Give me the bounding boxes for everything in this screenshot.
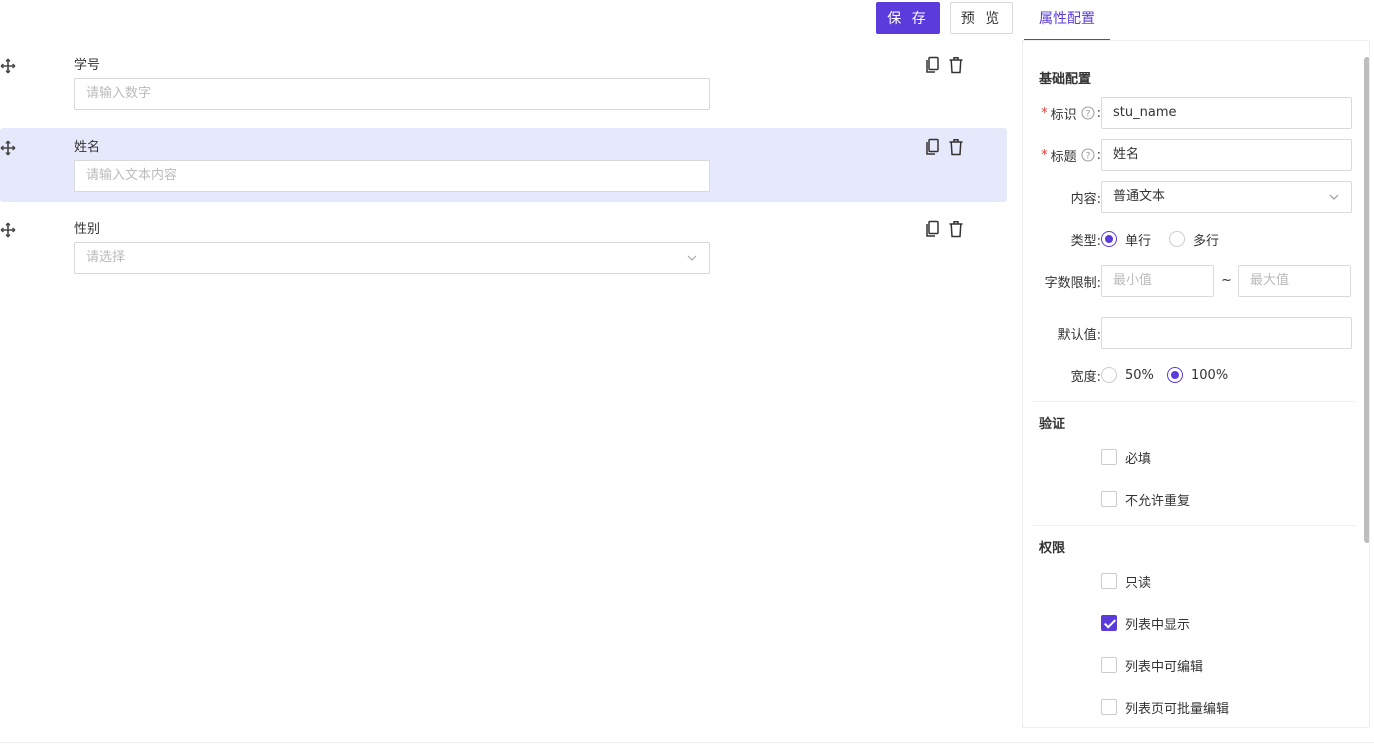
drag-handle-icon[interactable] (0, 140, 16, 156)
field-label: 性别 (74, 222, 101, 237)
required-mark: * (1041, 147, 1048, 163)
copy-icon[interactable] (924, 56, 940, 74)
checkbox-readonly[interactable]: 只读 (1101, 571, 1151, 591)
section-title-validation: 验证 (1039, 417, 1066, 432)
copy-icon[interactable] (924, 220, 940, 238)
width-radio-50[interactable]: 50% (1101, 365, 1154, 385)
drag-handle-icon[interactable] (0, 222, 16, 238)
max-length-input[interactable]: 最大值 (1238, 265, 1351, 297)
field-placeholder: 请输入数字 (86, 86, 152, 101)
field-placeholder: 请输入文本内容 (86, 168, 178, 183)
id-input[interactable]: stu_name (1101, 97, 1352, 129)
form-field-student-id[interactable]: 学号 请输入数字 (0, 46, 1007, 120)
chevron-down-icon (687, 255, 697, 261)
help-icon[interactable]: ? (1081, 106, 1095, 120)
required-mark: * (1041, 105, 1048, 121)
svg-text:?: ? (1085, 110, 1090, 120)
field-placeholder: 请选择 (86, 250, 126, 265)
type-radio-single[interactable]: 单行 (1101, 229, 1151, 249)
default-value-label: 默认值: (1057, 327, 1101, 343)
checkbox-required[interactable]: 必填 (1101, 447, 1151, 467)
checkbox-checked-icon (1101, 615, 1117, 631)
property-panel-body: 基础配置 * 标识 ? : stu_name * 标题 ? : 姓名 内容: 普… (1022, 41, 1370, 728)
width-radio-100[interactable]: 100% (1167, 365, 1228, 385)
svg-text:?: ? (1085, 152, 1090, 162)
property-panel: 属性配置 基础配置 * 标识 ? : stu_name * 标题 ? : 姓名 (1022, 0, 1370, 728)
help-icon[interactable]: ? (1081, 148, 1095, 162)
id-label: * 标识 ? : (1041, 105, 1101, 123)
content-select[interactable]: 普通文本 (1101, 181, 1352, 213)
section-divider (1033, 401, 1355, 402)
radio-unselected-icon (1169, 231, 1185, 247)
scrollbar[interactable] (1364, 57, 1369, 543)
width-label: 宽度: (1070, 369, 1101, 385)
drag-handle-icon[interactable] (0, 58, 16, 74)
checkbox-batch-edit[interactable]: 列表页可批量编辑 (1101, 697, 1229, 717)
radio-selected-icon (1101, 231, 1117, 247)
field-label: 学号 (74, 58, 101, 73)
section-title-permission: 权限 (1039, 541, 1066, 556)
min-length-input[interactable]: 最小值 (1101, 265, 1214, 297)
delete-icon[interactable] (948, 56, 964, 74)
chevron-down-icon (1329, 194, 1339, 200)
type-radio-multi[interactable]: 多行 (1169, 229, 1219, 249)
preview-button[interactable]: 预 览 (950, 2, 1013, 34)
form-field-name[interactable]: 姓名 请输入文本内容 (0, 128, 1007, 202)
checkbox-show-in-list[interactable]: 列表中显示 (1101, 613, 1190, 633)
checkbox-unchecked-icon (1101, 657, 1117, 673)
checkbox-unchecked-icon (1101, 491, 1117, 507)
delete-icon[interactable] (948, 138, 964, 156)
type-label: 类型: (1070, 233, 1101, 249)
field-select-preview[interactable]: 请选择 (74, 242, 710, 274)
section-title-basic: 基础配置 (1039, 72, 1092, 87)
checkbox-unchecked-icon (1101, 449, 1117, 465)
title-input[interactable]: 姓名 (1101, 139, 1352, 171)
length-limit-label: 字数限制: (1044, 275, 1101, 291)
field-input-preview[interactable]: 请输入数字 (74, 78, 710, 110)
delete-icon[interactable] (948, 220, 964, 238)
section-divider (1033, 525, 1355, 526)
title-label: * 标题 ? : (1041, 147, 1101, 165)
field-input-preview[interactable]: 请输入文本内容 (74, 160, 710, 192)
default-value-input[interactable] (1101, 317, 1352, 349)
radio-selected-icon (1167, 367, 1183, 383)
checkbox-unchecked-icon (1101, 699, 1117, 715)
copy-icon[interactable] (924, 138, 940, 156)
checkbox-editable-in-list[interactable]: 列表中可编辑 (1101, 655, 1203, 675)
content-label: 内容: (1070, 191, 1101, 207)
checkbox-unchecked-icon (1101, 573, 1117, 589)
form-field-gender[interactable]: 性别 请选择 (0, 210, 1007, 284)
checkbox-no-duplicate[interactable]: 不允许重复 (1101, 489, 1190, 509)
field-label: 姓名 (74, 140, 101, 155)
form-canvas: 保 存 预 览 学号 请输入数字 姓名 请输入文本内容 性别 请选择 (0, 0, 1013, 744)
range-separator: ~ (1221, 273, 1232, 288)
save-button[interactable]: 保 存 (876, 2, 940, 34)
tab-property-config[interactable]: 属性配置 (1024, 0, 1110, 41)
bottom-border (0, 742, 1374, 743)
radio-unselected-icon (1101, 367, 1117, 383)
